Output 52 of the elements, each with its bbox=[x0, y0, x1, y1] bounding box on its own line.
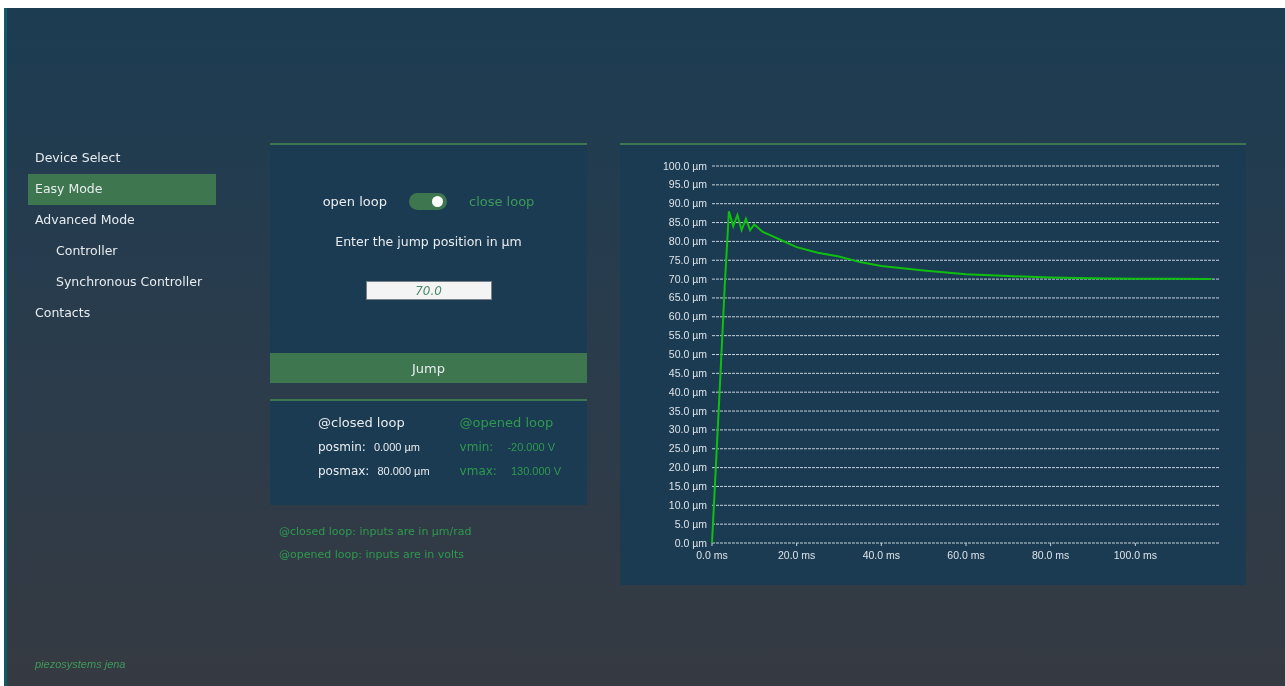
sidebar-item[interactable]: Controller bbox=[28, 236, 216, 267]
sidebar-item[interactable]: Device Select bbox=[28, 143, 216, 174]
limit-label: posmax: bbox=[318, 464, 370, 478]
y-tick-label: 100.0 µm bbox=[663, 159, 707, 172]
x-tick-label: 80.0 ms bbox=[1032, 549, 1070, 561]
limit-value: 130.000 V bbox=[510, 465, 562, 477]
jump-prompt: Enter the jump position in µm bbox=[335, 234, 522, 249]
x-tick-label: 0.0 ms bbox=[696, 549, 728, 561]
open-loop-label: open loop bbox=[322, 194, 387, 209]
y-tick-label: 0.0 µm bbox=[674, 536, 707, 549]
y-tick-label: 50.0 µm bbox=[668, 348, 707, 360]
y-tick-label: 75.0 µm bbox=[668, 253, 707, 266]
limit-value: 0.000 µm bbox=[373, 441, 420, 453]
y-tick-label: 25.0 µm bbox=[668, 442, 707, 455]
x-tick-label: 20.0 ms bbox=[778, 549, 816, 561]
y-tick-label: 10.0 µm bbox=[668, 498, 707, 511]
note-text: @closed loop: inputs are in µm/rad bbox=[279, 525, 473, 538]
x-tick-label: 60.0 ms bbox=[947, 549, 985, 561]
y-tick-label: 60.0 µm bbox=[668, 310, 707, 323]
jump-button[interactable]: Jump bbox=[270, 353, 587, 383]
limit-value: -20.000 V bbox=[507, 441, 556, 453]
y-tick-label: 20.0 µm bbox=[668, 461, 707, 474]
limit-label: posmin: bbox=[318, 440, 366, 454]
y-tick-label: 30.0 µm bbox=[668, 423, 707, 436]
y-tick-label: 40.0 µm bbox=[668, 385, 707, 398]
y-tick-label: 35.0 µm bbox=[668, 404, 707, 417]
brand-label: piezosystems jena bbox=[35, 658, 126, 670]
limit-heading: @opened loop bbox=[459, 415, 555, 430]
sidebar-item[interactable]: Contacts bbox=[28, 298, 216, 329]
limit-label: vmax: bbox=[459, 464, 497, 478]
close-loop-label: close loop bbox=[469, 194, 535, 209]
sidebar-item[interactable]: Easy Mode bbox=[28, 174, 216, 205]
y-tick-label: 15.0 µm bbox=[668, 479, 707, 492]
limit-value: 80.000 µm bbox=[377, 465, 430, 477]
x-tick-label: 100.0 ms bbox=[1113, 549, 1157, 561]
loop-toggle[interactable] bbox=[409, 193, 447, 210]
y-tick-label: 90.0 µm bbox=[668, 197, 707, 210]
note-text: @opened loop: inputs are in volts bbox=[279, 548, 466, 561]
y-tick-label: 65.0 µm bbox=[668, 291, 707, 304]
limit-heading: @closed loop bbox=[318, 415, 406, 430]
y-tick-label: 55.0 µm bbox=[668, 329, 707, 342]
limit-label: vmin: bbox=[459, 440, 494, 454]
position-field[interactable]: 70.0 bbox=[365, 281, 492, 300]
y-tick-label: 5.0 µm bbox=[674, 517, 707, 530]
sidebar-item[interactable]: Synchronous Controller bbox=[28, 267, 216, 298]
y-tick-label: 95.0 µm bbox=[668, 178, 707, 191]
y-tick-label: 80.0 µm bbox=[668, 234, 707, 247]
y-tick-label: 70.0 µm bbox=[668, 272, 707, 285]
x-tick-label: 40.0 ms bbox=[862, 549, 900, 561]
y-tick-label: 45.0 µm bbox=[668, 366, 707, 379]
sidebar-item[interactable]: Advanced Mode bbox=[28, 205, 216, 236]
y-tick-label: 85.0 µm bbox=[668, 216, 707, 229]
